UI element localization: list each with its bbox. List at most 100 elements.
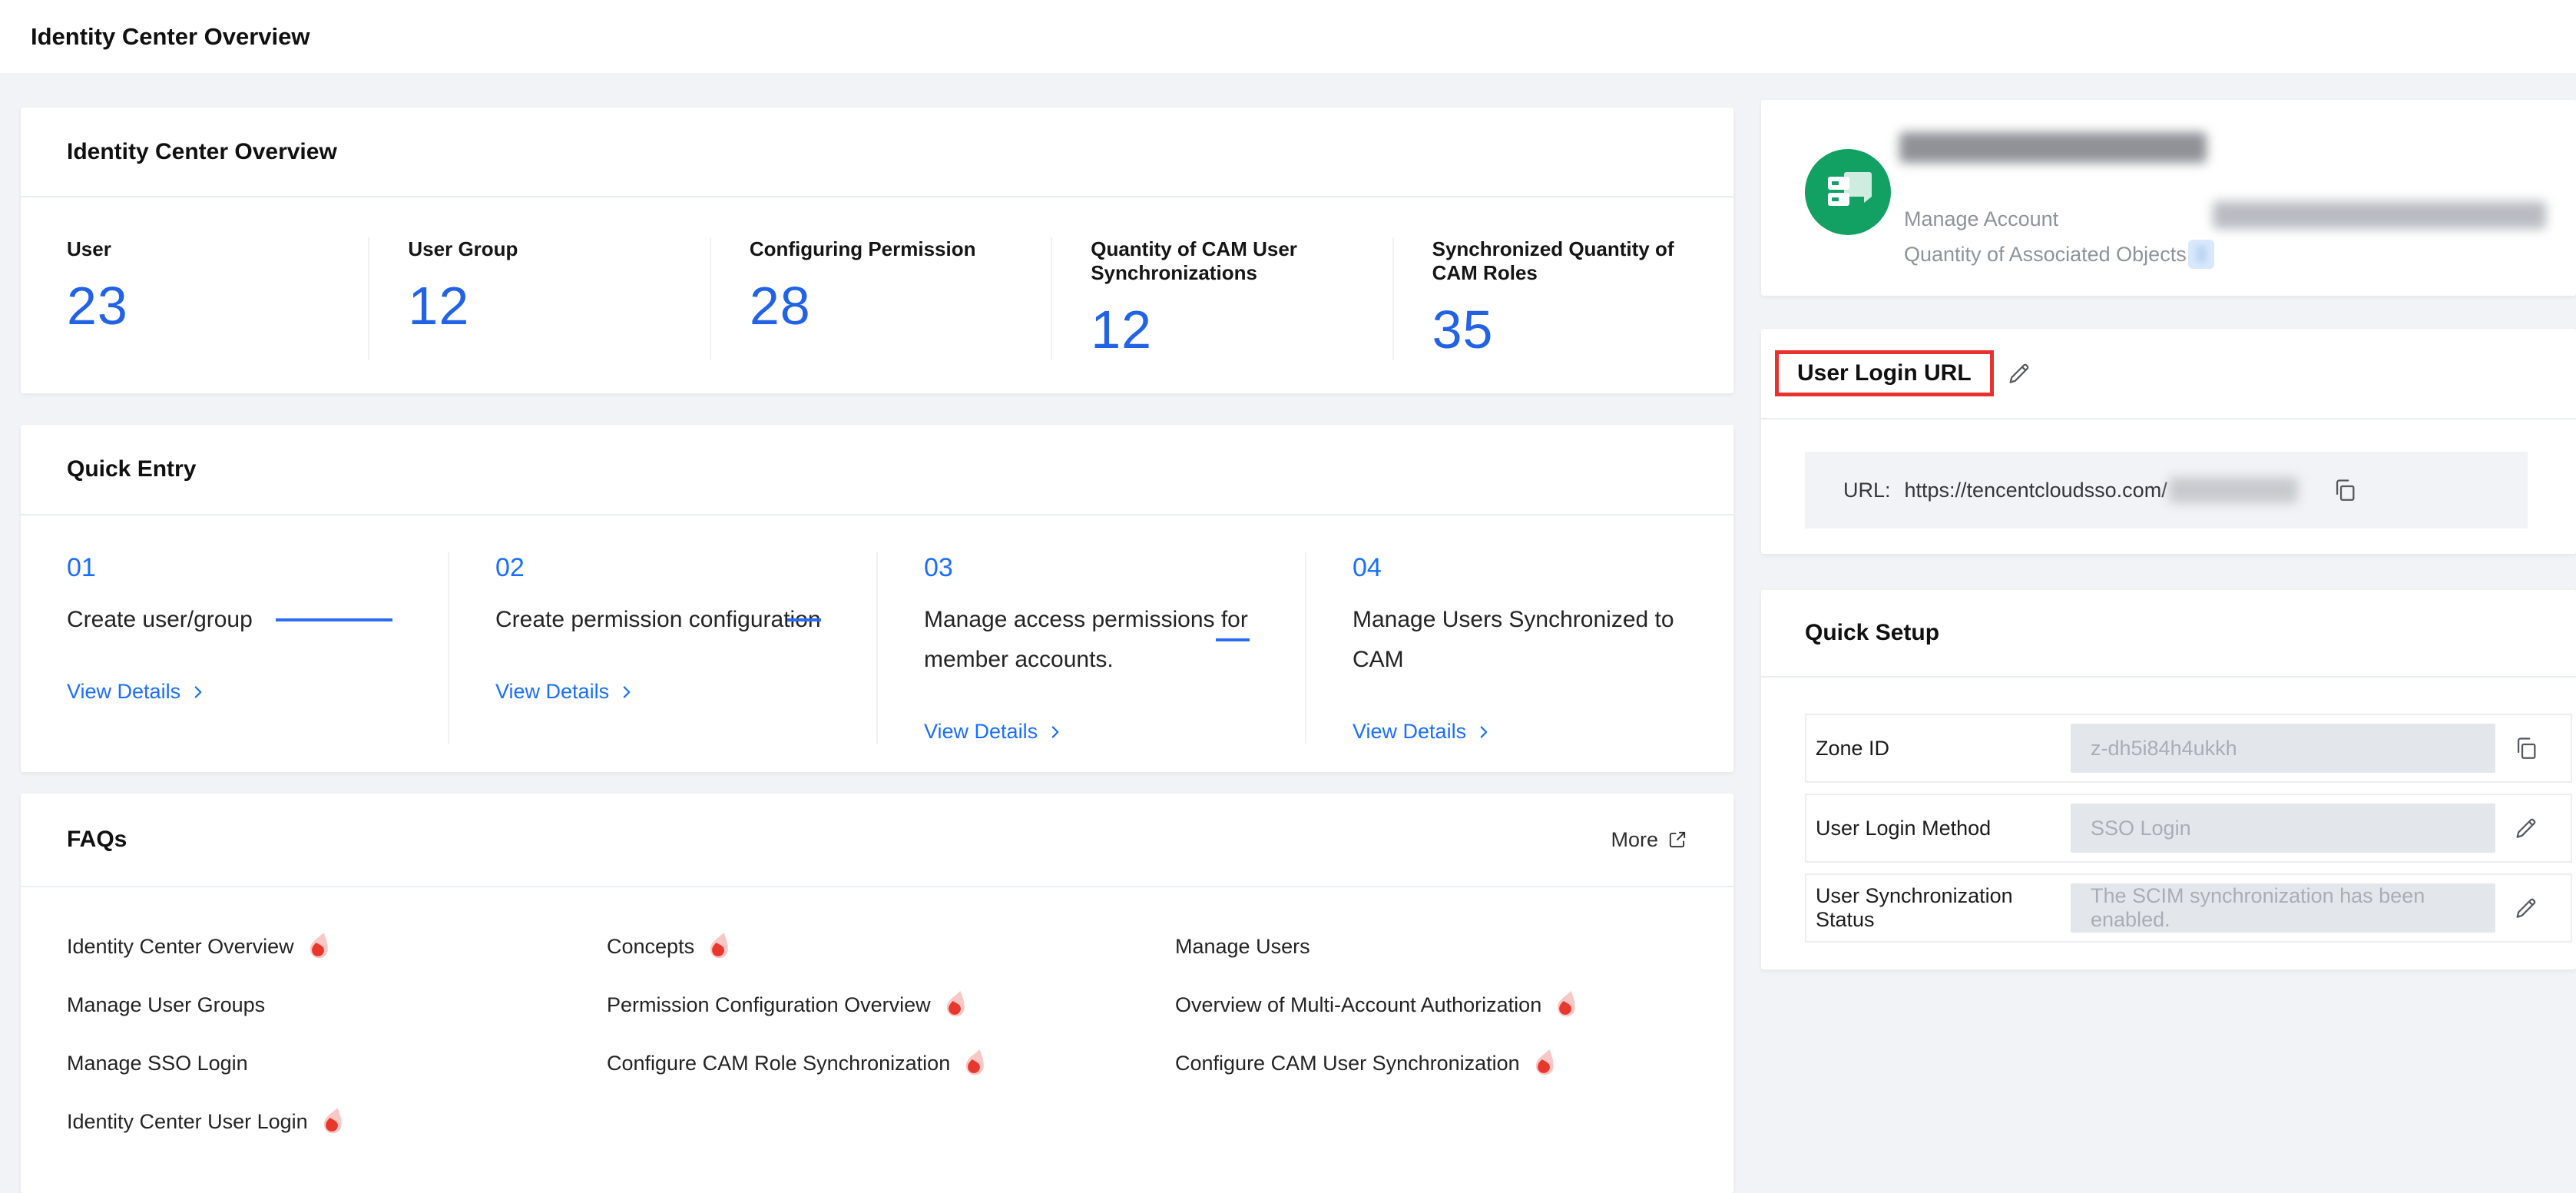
chevron-right-icon: [1475, 724, 1492, 741]
top-header-bar: Identity Center Overview: [0, 0, 2576, 73]
stat-label: Configuring Permission: [750, 237, 1003, 261]
step-title: Manage access permissions for member acc…: [924, 600, 1277, 680]
hot-flame-icon: [320, 1107, 345, 1135]
stat-user: User 23: [21, 237, 368, 360]
faq-item[interactable]: Identity Center Overview: [67, 932, 607, 960]
edit-sync-status-button[interactable]: [2495, 895, 2557, 921]
stat-label: Quantity of CAM User Synchronizations: [1091, 237, 1344, 285]
sync-status-value: The SCIM synchronization has been enable…: [2071, 883, 2495, 933]
hot-flame-icon: [1532, 1049, 1557, 1077]
view-details-link[interactable]: View Details: [924, 720, 1064, 744]
hot-flame-icon: [962, 1049, 987, 1077]
chevron-right-icon: [618, 684, 635, 701]
faq-item-label[interactable]: Identity Center User Login: [67, 1108, 308, 1135]
manage-account-label: Manage Account: [1904, 207, 2058, 231]
step-create-permission: 02 Create permission configuration View …: [448, 552, 876, 744]
faq-item-label[interactable]: Manage Users: [1175, 933, 1310, 959]
copy-icon[interactable]: [2332, 477, 2358, 503]
stat-label: Synchronized Quantity of CAM Roles: [1432, 237, 1686, 285]
step-title: Create user/group: [67, 600, 420, 640]
overview-stats-row: User 23 User Group 12 Configuring Permis…: [21, 197, 1733, 391]
quick-setup-title: Quick Setup: [1805, 620, 1939, 646]
step-manage-access: 03 Manage access permissions for member …: [876, 552, 1305, 744]
overview-card-title: Identity Center Overview: [67, 139, 337, 165]
stat-cam-roles: Synchronized Quantity of CAM Roles 35: [1392, 237, 1733, 360]
setup-row-label: Zone ID: [1816, 737, 2071, 761]
chevron-right-icon: [190, 684, 207, 701]
quick-entry-title: Quick Entry: [67, 456, 196, 482]
account-id-redacted: [2213, 201, 2546, 229]
faqs-more-link[interactable]: More: [1611, 828, 1687, 852]
stat-value: 28: [750, 275, 1020, 336]
setup-row-zone-id: Zone ID z-dh5i84h4ukkh: [1805, 714, 2572, 783]
step-title: Create permission configuration: [495, 600, 849, 640]
view-details-link[interactable]: View Details: [495, 680, 635, 704]
url-label: URL:: [1843, 479, 1891, 502]
faq-item[interactable]: Configure CAM Role Synchronization: [607, 1049, 1175, 1077]
associated-objects-label: Quantity of Associated Objects: [1904, 243, 2187, 267]
view-details-link[interactable]: View Details: [67, 680, 207, 704]
faq-item[interactable]: Manage SSO Login: [67, 1049, 607, 1077]
account-card: Manage Account Quantity of Associated Ob…: [1761, 100, 2576, 296]
copy-icon: [2513, 735, 2539, 761]
step-connector-line: [276, 618, 392, 621]
step-manage-synced-users: 04 Manage Users Synchronized to CAM View…: [1305, 552, 1733, 744]
quick-entry-steps: 01 Create user/group View Details 02 Cre…: [21, 515, 1733, 759]
step-title-text: Manage access permissions for member acc…: [924, 607, 1248, 672]
faq-item[interactable]: Concepts: [607, 932, 1175, 960]
faq-item[interactable]: Overview of Multi-Account Authorization: [1175, 990, 1687, 1019]
zone-id-value: z-dh5i84h4ukkh: [2071, 724, 2495, 773]
edit-pencil-icon[interactable]: [2006, 360, 2032, 386]
overview-card: Identity Center Overview User 23 User Gr…: [21, 108, 1733, 393]
faq-item-label[interactable]: Configure CAM Role Synchronization: [607, 1050, 950, 1076]
setup-row-sync-status: User Synchronization Status The SCIM syn…: [1805, 873, 2572, 943]
faq-item[interactable]: Manage Users: [1175, 932, 1687, 960]
faq-item-label[interactable]: Concepts: [607, 933, 694, 959]
external-link-icon: [1667, 830, 1687, 850]
stat-user-group: User Group 12: [368, 237, 709, 360]
login-method-value: SSO Login: [2071, 804, 2495, 853]
copy-zone-id-button[interactable]: [2495, 735, 2557, 761]
step-title: Manage Users Synchronized to CAM: [1353, 600, 1706, 680]
step-number: 04: [1353, 552, 1706, 583]
view-details-label: View Details: [1353, 720, 1466, 744]
associated-objects-count-badge[interactable]: [2188, 240, 2214, 269]
more-label: More: [1611, 828, 1658, 852]
view-details-label: View Details: [924, 720, 1038, 744]
view-details-label: View Details: [67, 680, 180, 704]
step-title-text: Create user/group: [67, 600, 253, 640]
red-annotation-box: User Login URL: [1775, 350, 1994, 396]
step-number: 03: [924, 552, 1277, 583]
stat-cam-user-syncs: Quantity of CAM User Synchronizations 12: [1051, 237, 1392, 360]
stat-label: User Group: [408, 237, 661, 261]
login-url-row: URL: https://tencentcloudsso.com/: [1805, 452, 2528, 529]
faq-item[interactable]: Permission Configuration Overview: [607, 990, 1175, 1019]
faq-item[interactable]: Configure CAM User Synchronization: [1175, 1049, 1687, 1077]
setup-row-label: User Login Method: [1816, 817, 2071, 840]
faq-item[interactable]: Manage User Groups: [67, 990, 607, 1019]
edit-login-method-button[interactable]: [2495, 815, 2557, 841]
step-create-user-group: 01 Create user/group View Details: [21, 552, 448, 744]
faq-item-label[interactable]: Permission Configuration Overview: [607, 992, 931, 1018]
faq-item[interactable]: Identity Center User Login: [67, 1107, 607, 1135]
quick-setup-body: Zone ID z-dh5i84h4ukkh User Login Method…: [1761, 678, 2576, 943]
hot-flame-icon: [306, 932, 331, 960]
user-login-url-header: User Login URL: [1761, 329, 2576, 419]
faq-item-label[interactable]: Configure CAM User Synchronization: [1175, 1050, 1520, 1076]
stat-value: 35: [1432, 299, 1703, 360]
faq-item-label[interactable]: Identity Center Overview: [67, 933, 294, 959]
quick-setup-card: Quick Setup Zone ID z-dh5i84h4ukkh User …: [1761, 590, 2576, 969]
url-suffix-redacted: [2169, 477, 2298, 503]
hot-flame-icon: [943, 990, 968, 1019]
quick-setup-header: Quick Setup: [1761, 590, 2576, 678]
faqs-header: FAQs More: [21, 794, 1733, 887]
hot-flame-icon: [1554, 990, 1578, 1019]
stat-value: 12: [408, 275, 678, 336]
page-title: Identity Center Overview: [31, 0, 310, 73]
view-details-link[interactable]: View Details: [1353, 720, 1492, 744]
step-connector-line: [1216, 638, 1250, 641]
edit-pencil-icon: [2513, 895, 2539, 921]
faq-item-label[interactable]: Manage SSO Login: [67, 1050, 248, 1076]
faq-item-label[interactable]: Manage User Groups: [67, 992, 265, 1018]
faq-item-label[interactable]: Overview of Multi-Account Authorization: [1175, 992, 1541, 1018]
